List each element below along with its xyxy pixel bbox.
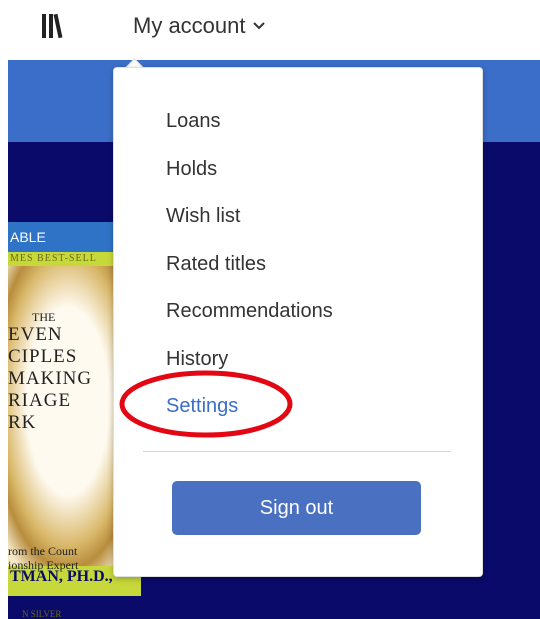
- menu-item-rated-titles[interactable]: Rated titles: [166, 248, 333, 296]
- library-books-icon[interactable]: [40, 10, 74, 42]
- top-navigation-bar: My account: [0, 0, 540, 60]
- cover-title-line: MAKING: [8, 368, 93, 389]
- menu-item-loans[interactable]: Loans: [166, 105, 333, 153]
- cover-coauthor: N SILVER: [22, 609, 62, 619]
- menu-item-settings[interactable]: Settings: [166, 390, 333, 438]
- menu-divider: [143, 451, 451, 452]
- cover-title: EVEN CIPLES MAKING RIAGE RK: [8, 324, 92, 434]
- cover-title-small: THE: [32, 310, 56, 324]
- menu-item-recommendations[interactable]: Recommendations: [166, 295, 333, 343]
- cover-title-line: EVEN: [8, 324, 63, 345]
- cover-tagline: rom the Count ionship Expert: [8, 544, 79, 572]
- account-menu: Loans Holds Wish list Rated titles Recom…: [166, 105, 333, 438]
- my-account-menu-toggle[interactable]: My account: [133, 10, 266, 42]
- chevron-down-icon: [252, 22, 265, 30]
- sign-out-button[interactable]: Sign out: [172, 481, 421, 535]
- cover-title-line: RIAGE: [8, 390, 72, 411]
- menu-item-holds[interactable]: Holds: [166, 153, 333, 201]
- menu-item-history[interactable]: History: [166, 343, 333, 391]
- menu-item-wish-list[interactable]: Wish list: [166, 200, 333, 248]
- my-account-label: My account: [133, 13, 246, 38]
- cover-title-line: RK: [8, 412, 37, 433]
- cover-title-line: CIPLES: [8, 346, 78, 367]
